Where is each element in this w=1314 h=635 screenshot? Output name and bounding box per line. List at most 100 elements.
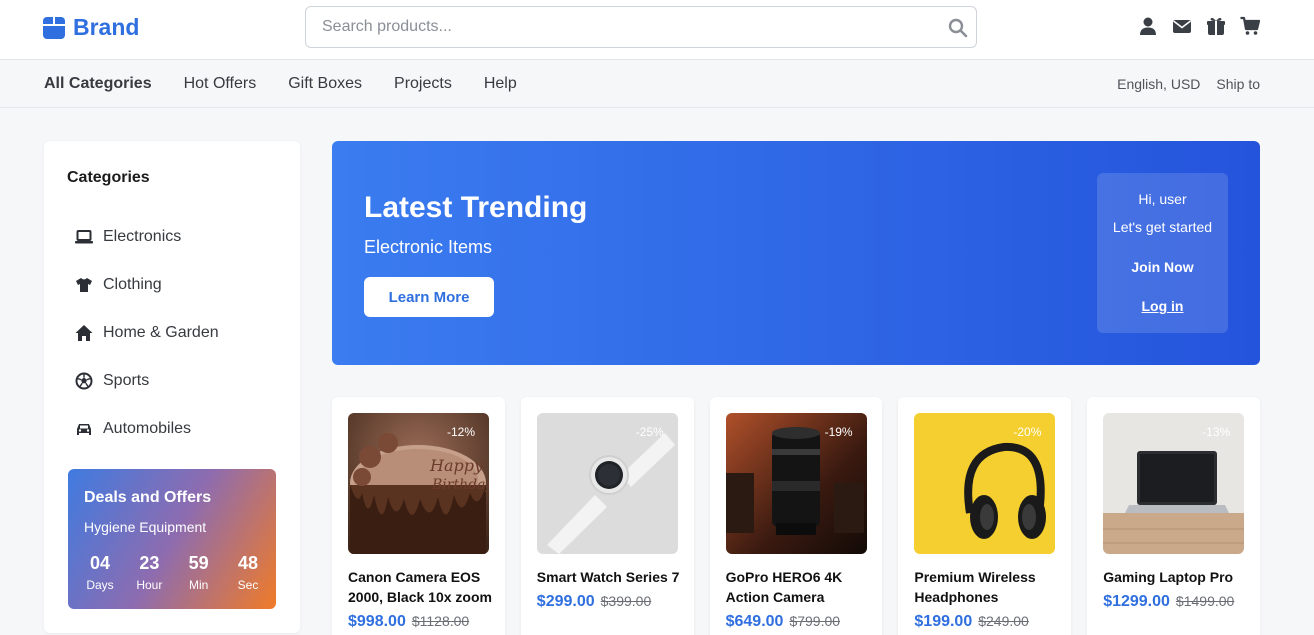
discount-badge: -13% xyxy=(1202,425,1231,439)
current-price: $199.00 xyxy=(914,613,973,630)
countdown-seconds: 48 Sec xyxy=(224,553,272,592)
countdown-label: Sec xyxy=(237,578,259,592)
brand-box-icon xyxy=(43,16,65,39)
nav-all-categories[interactable]: All Categories xyxy=(44,75,152,93)
category-item-automobiles[interactable]: Automobiles xyxy=(75,405,219,453)
user-greeting: Hi, user xyxy=(1138,191,1187,207)
shirt-icon xyxy=(76,278,92,292)
old-price: $399.00 xyxy=(600,593,652,609)
nav-gift-boxes[interactable]: Gift Boxes xyxy=(288,75,362,93)
product-grid: Happy Birthday -12% Canon Camera EOS 200… xyxy=(332,397,1260,635)
category-label: Automobiles xyxy=(103,420,192,437)
category-item-electronics[interactable]: Electronics xyxy=(75,213,219,261)
banner-subtitle: Electronic Items xyxy=(364,237,493,257)
gift-icon[interactable] xyxy=(1206,16,1226,36)
old-price: $249.00 xyxy=(978,613,1029,629)
product-image-birthday-cake[interactable]: Happy Birthday -12% xyxy=(348,413,489,554)
car-icon xyxy=(77,424,91,435)
product-price: $998.00 $1128.00 xyxy=(348,613,469,631)
search-bar xyxy=(305,6,977,48)
learn-more-button[interactable]: Learn More xyxy=(364,277,494,317)
ship-to-selector[interactable]: Ship to xyxy=(1216,76,1260,92)
category-item-home-garden[interactable]: Home & Garden xyxy=(75,309,219,357)
brand-logo-link[interactable]: Brand xyxy=(43,14,139,41)
countdown-label: Min xyxy=(188,578,209,592)
countdown-days: 04 Days xyxy=(76,553,124,592)
mail-icon[interactable] xyxy=(1172,16,1192,36)
discount-badge: -20% xyxy=(1013,425,1042,439)
product-price: $649.00 $799.00 xyxy=(726,613,840,631)
product-price: $299.00 $399.00 xyxy=(537,593,651,611)
product-card[interactable]: -19% GoPro HERO6 4K Action Camera $649.0… xyxy=(709,397,883,635)
countdown-value: 48 xyxy=(237,553,258,573)
product-name[interactable]: GoPro HERO6 4K Action Camera xyxy=(726,567,871,607)
category-sidebar: Categories Electronics Clothing Home & G… xyxy=(44,141,300,633)
nav-links: All Categories Hot Offers Gift Boxes Pro… xyxy=(44,75,517,93)
countdown-value: 23 xyxy=(139,553,160,573)
search-icon[interactable] xyxy=(948,18,968,38)
countdown-minutes: 59 Min xyxy=(175,553,223,592)
nav-right: English, USD Ship to xyxy=(1117,76,1260,92)
old-price: $1128.00 xyxy=(411,613,470,629)
product-card[interactable]: -13% Gaming Laptop Pro $1299.00 $1499.00 xyxy=(1087,397,1260,635)
sidebar-title: Categories xyxy=(67,169,150,186)
deals-title: Deals and Offers xyxy=(84,489,212,506)
product-image-smart-watch[interactable]: -25% xyxy=(536,413,678,554)
product-card[interactable]: -20% Premium Wireless Headphones $199.00… xyxy=(898,397,1072,635)
discount-badge: -19% xyxy=(824,425,853,439)
laptop-icon xyxy=(75,230,93,244)
current-price: $299.00 xyxy=(536,593,595,610)
user-prompt: Let's get started xyxy=(1112,219,1213,235)
current-price: $649.00 xyxy=(725,613,784,630)
category-list: Electronics Clothing Home & Garden Sport… xyxy=(75,213,219,453)
user-icon[interactable] xyxy=(1138,16,1158,36)
old-price: $1499.00 xyxy=(1175,593,1235,609)
old-price: $799.00 xyxy=(789,613,841,629)
product-image-headphones[interactable]: -20% xyxy=(914,413,1056,554)
discount-badge: -12% xyxy=(446,425,475,439)
countdown-value: 59 xyxy=(188,553,209,573)
cart-icon[interactable] xyxy=(1240,16,1260,36)
product-card[interactable]: -25% Smart Watch Series 7 $299.00 $399.00 xyxy=(520,397,694,635)
log-in-link[interactable]: Log in xyxy=(1097,298,1228,314)
home-icon xyxy=(75,325,93,341)
category-label: Home & Garden xyxy=(103,324,219,341)
product-image-camera-lens[interactable]: -19% xyxy=(725,413,867,554)
brand-name: Brand xyxy=(73,14,140,40)
deals-subtitle: Hygiene Equipment xyxy=(84,519,207,535)
product-name[interactable]: Canon Camera EOS 2000, Black 10x zoom xyxy=(348,567,493,607)
header: Brand xyxy=(0,0,1314,60)
header-actions xyxy=(1138,16,1260,36)
current-price: $998.00 xyxy=(348,613,406,630)
join-now-button[interactable]: Join Now xyxy=(1097,259,1228,275)
category-label: Electronics xyxy=(103,228,182,245)
category-item-sports[interactable]: Sports xyxy=(75,357,219,405)
svg-text:Birthday: Birthday xyxy=(431,477,489,493)
category-label: Clothing xyxy=(103,276,162,293)
product-price: $1299.00 $1499.00 xyxy=(1103,593,1234,611)
product-image-laptop[interactable]: -13% xyxy=(1103,413,1245,554)
nav-projects[interactable]: Projects xyxy=(394,75,452,93)
language-currency-selector[interactable]: English, USD xyxy=(1117,76,1200,92)
nav-hot-offers[interactable]: Hot Offers xyxy=(184,75,257,93)
category-nav: All Categories Hot Offers Gift Boxes Pro… xyxy=(0,60,1314,108)
deals-card[interactable]: Deals and Offers Hygiene Equipment 04 Da… xyxy=(68,469,276,609)
product-name[interactable]: Premium Wireless Headphones xyxy=(914,567,1059,607)
countdown-label: Hour xyxy=(136,578,163,592)
product-card[interactable]: Happy Birthday -12% Canon Camera EOS 200… xyxy=(332,397,505,635)
banner-title: Latest Trending xyxy=(364,191,588,224)
svg-text:Happy: Happy xyxy=(429,456,484,475)
countdown-hours: 23 Hour xyxy=(125,553,173,592)
product-name[interactable]: Gaming Laptop Pro xyxy=(1103,567,1248,587)
category-label: Sports xyxy=(103,372,150,389)
user-welcome-box: Hi, user Let's get started Join Now Log … xyxy=(1097,173,1228,333)
countdown-timer: 04 Days 23 Hour 59 Min 48 Sec xyxy=(76,553,272,592)
search-input[interactable] xyxy=(306,7,926,47)
discount-badge: -25% xyxy=(635,425,664,439)
countdown-value: 04 xyxy=(89,553,111,573)
product-price: $199.00 $249.00 xyxy=(914,613,1028,631)
nav-help[interactable]: Help xyxy=(484,75,517,93)
product-name[interactable]: Smart Watch Series 7 xyxy=(537,567,682,587)
ball-icon xyxy=(75,372,93,390)
category-item-clothing[interactable]: Clothing xyxy=(75,261,219,309)
